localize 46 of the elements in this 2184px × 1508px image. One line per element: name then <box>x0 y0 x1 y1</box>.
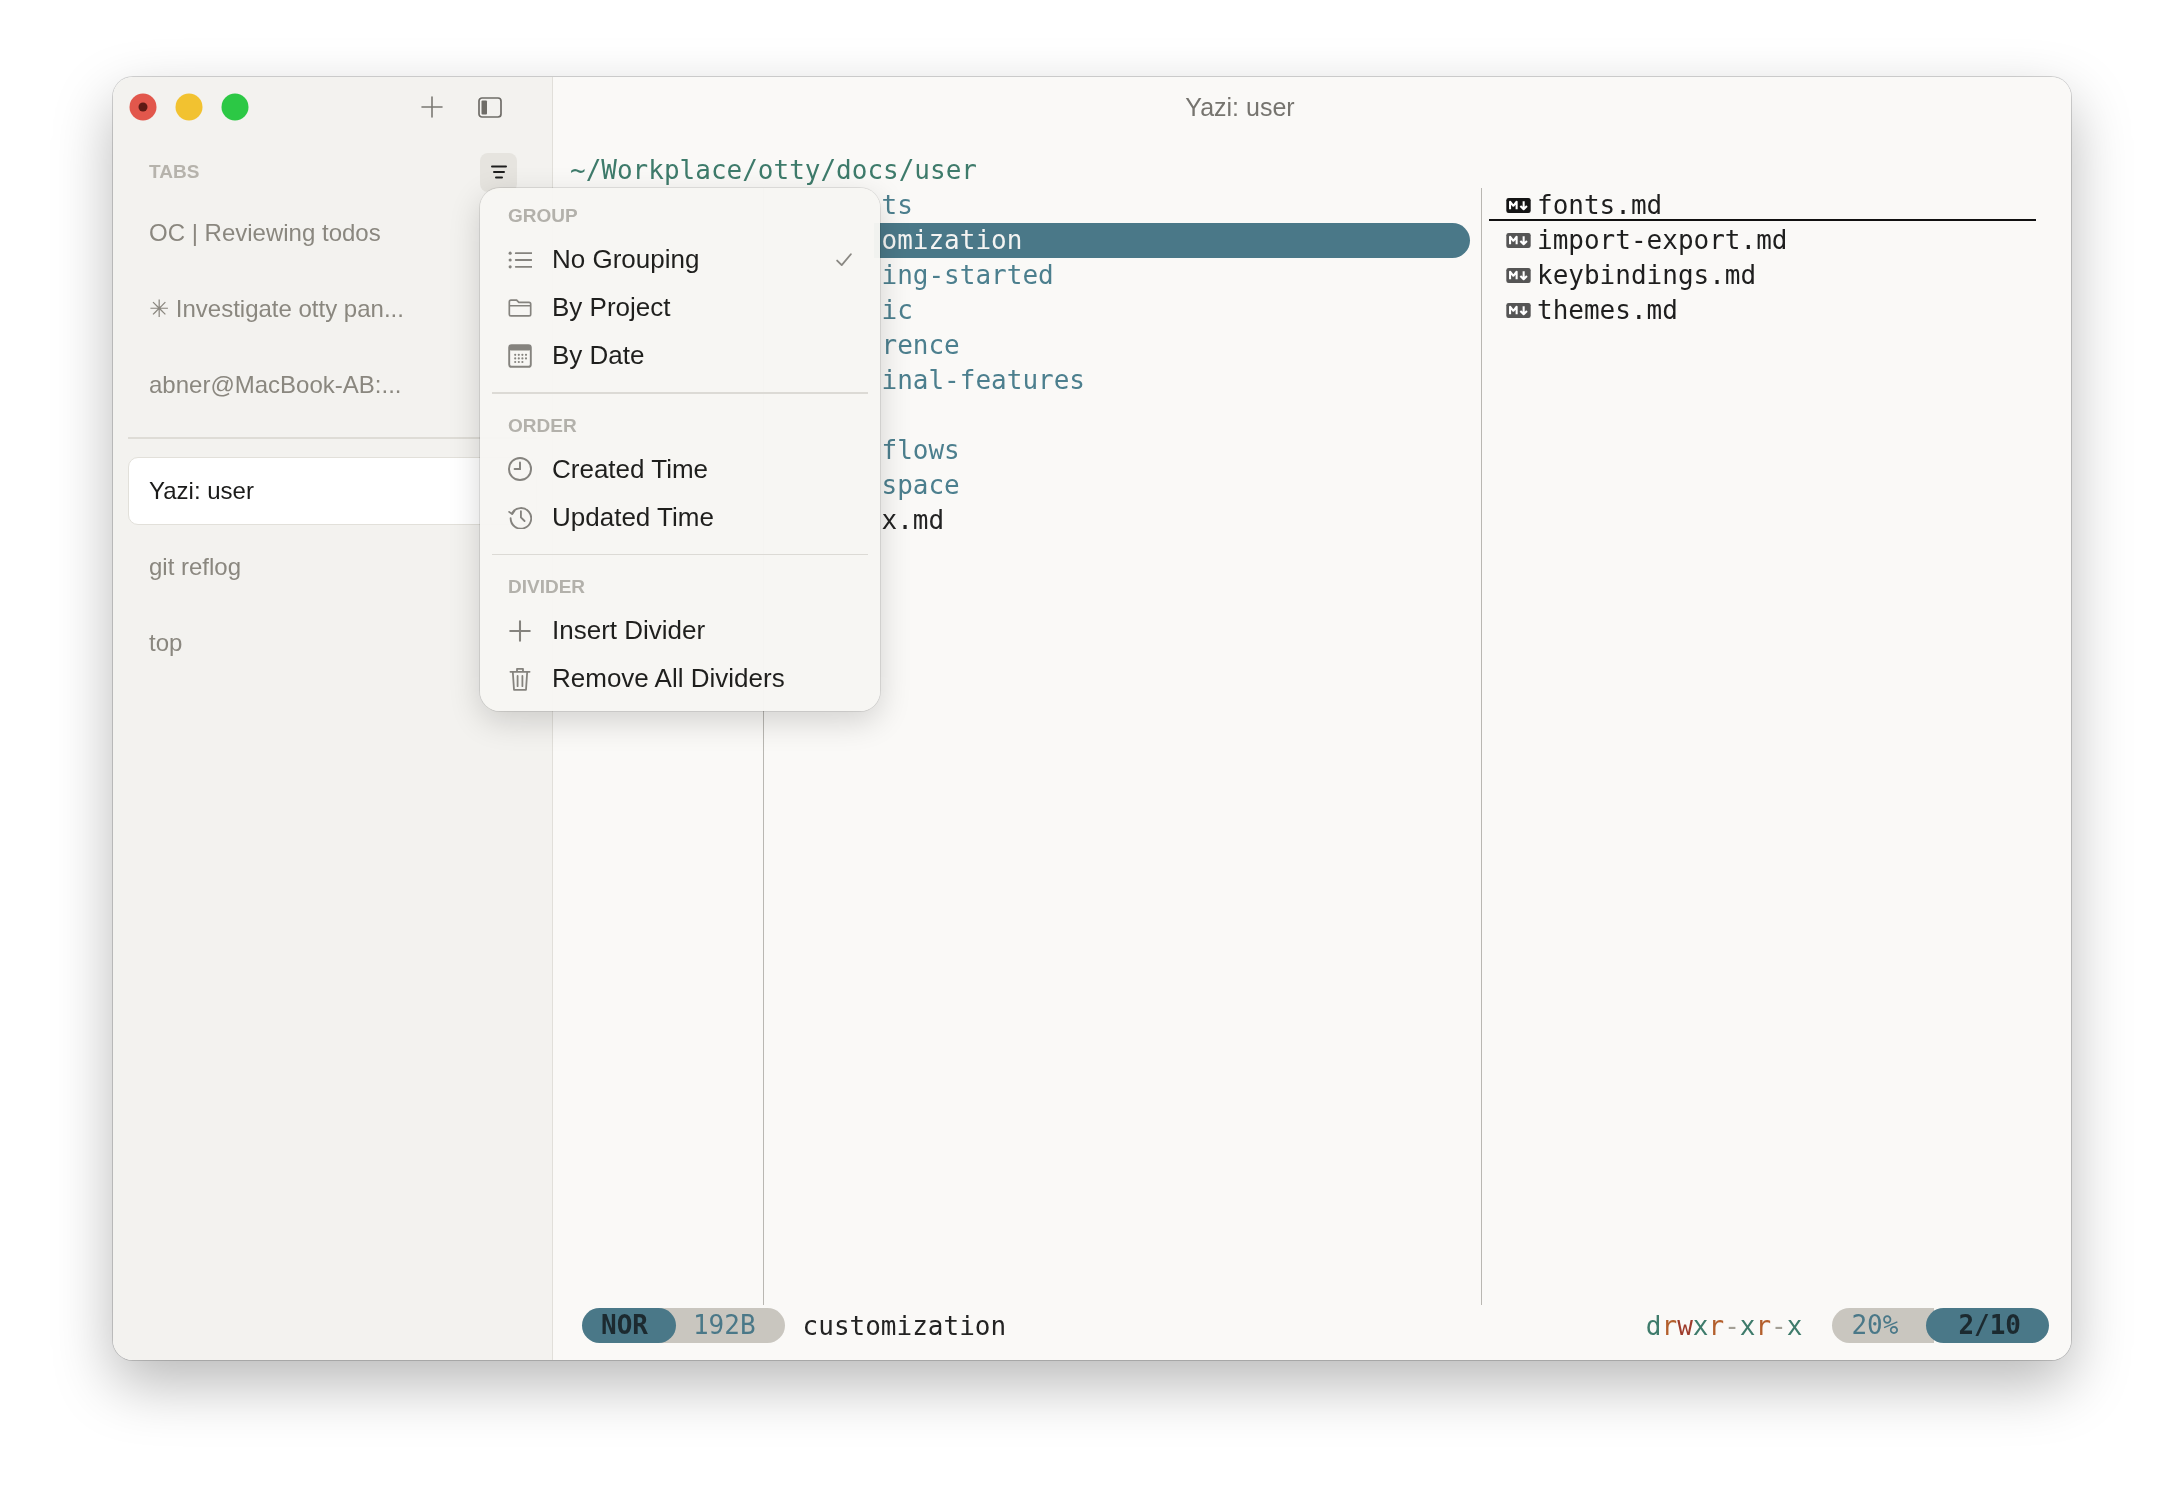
menu-section-header: GROUP <box>508 205 578 227</box>
menu-item[interactable]: Remove All Dividers <box>490 653 870 701</box>
plus-icon <box>509 619 531 642</box>
folder-name[interactable]: rence <box>881 328 960 363</box>
filter-button[interactable] <box>480 152 517 192</box>
file-name[interactable]: keybindings.md <box>1537 258 1757 293</box>
current-path: ~/Workplace/otty/docs/user <box>570 154 977 187</box>
markdown-icon <box>1506 303 1531 318</box>
menu-item[interactable]: Insert Divider <box>490 605 870 653</box>
folder-icon <box>508 298 532 317</box>
sidebar-icon[interactable] <box>478 96 502 118</box>
menu-section-header: ORDER <box>508 414 577 437</box>
markdown-icon <box>1506 198 1531 213</box>
percent-badge: 20% <box>1832 1308 1935 1343</box>
file-name[interactable]: themes.md <box>1537 293 1678 328</box>
history-clock-icon <box>508 505 532 529</box>
menu-item[interactable]: By Date <box>490 330 870 378</box>
plus-icon[interactable] <box>421 96 443 118</box>
file-name[interactable]: fonts.md <box>1537 188 1663 223</box>
checkmark-icon <box>836 252 852 267</box>
clock-icon <box>508 457 532 481</box>
window-close-icon[interactable] <box>129 93 157 121</box>
menu-item[interactable]: No Grouping <box>490 234 870 282</box>
file-name[interactable]: import-export.md <box>1537 223 1788 258</box>
menu-section-header: DIVIDER <box>508 576 586 598</box>
markdown-icon <box>1506 268 1531 283</box>
trash-icon <box>509 666 531 691</box>
folder-name[interactable]: ic <box>881 293 913 328</box>
file-name[interactable]: x.md <box>881 503 945 538</box>
folder-name[interactable]: space <box>881 468 960 503</box>
folder-name[interactable]: omization <box>881 223 1023 258</box>
folder-name[interactable]: ts <box>881 188 913 223</box>
markdown-icon <box>1506 233 1531 248</box>
filter-icon <box>490 165 507 179</box>
calendar-icon <box>508 343 532 368</box>
mode-badge: NOR <box>582 1308 676 1343</box>
menu-item[interactable]: By Project <box>490 282 870 330</box>
position-badge: 2/10 <box>1926 1308 2049 1343</box>
folder-name[interactable]: inal-features <box>881 363 1085 398</box>
list-icon <box>508 250 532 269</box>
selected-name: customization <box>802 1310 1007 1341</box>
folder-name[interactable]: flows <box>881 433 960 468</box>
folder-name[interactable]: ing-started <box>881 258 1054 293</box>
window-title: Yazi: user <box>1185 92 1295 122</box>
permissions-text: d rwx r-x r-x <box>1645 1310 1803 1341</box>
tabs-heading: TABS <box>149 161 200 183</box>
